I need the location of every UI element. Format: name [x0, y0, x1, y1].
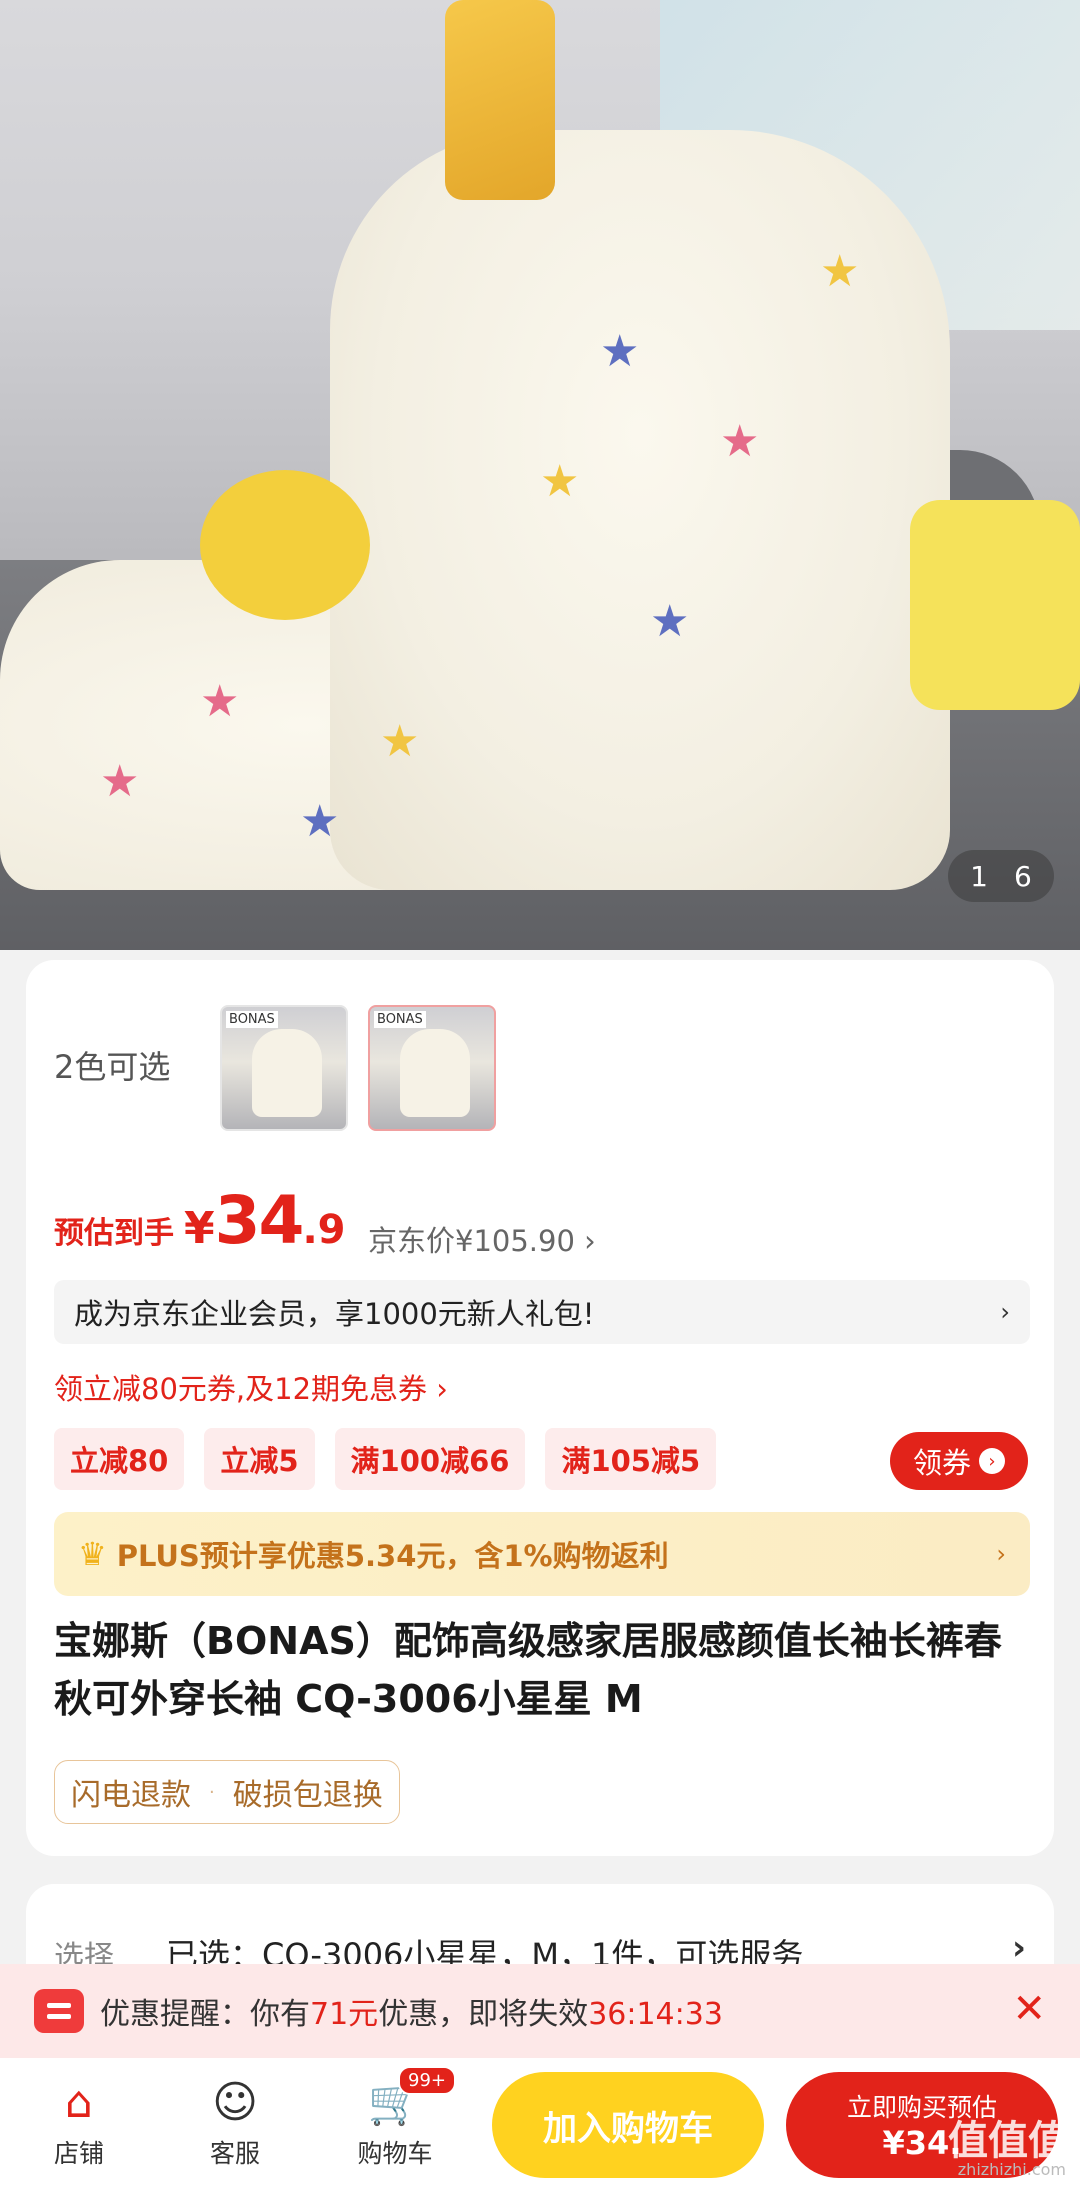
close-icon[interactable]: ✕	[1012, 1986, 1046, 2032]
color-options-label: 2色可选	[54, 1048, 171, 1086]
add-to-cart-button[interactable]: 加入购物车	[492, 2072, 764, 2178]
nav-cart-label: 购物车	[357, 2139, 433, 2168]
promo-countdown: 36:14:33	[588, 1997, 723, 2032]
get-coupon-button[interactable]: 领券 ›	[890, 1432, 1028, 1490]
star-print-icon: ★	[100, 756, 140, 807]
thumb-model	[400, 1029, 470, 1117]
image-counter: 1 6	[948, 850, 1054, 902]
bottom-action-bar: ⌂ 店铺 ☺ 客服 🛒 99+ 购物车 加入购物车 立即购买预估 ¥34.	[0, 2058, 1080, 2187]
thumb-model	[252, 1029, 322, 1117]
product-title: 宝娜斯（BONAS）配饰高级感家居服感颜值长袖长裤春秋可外穿长袖 CQ-3006…	[54, 1619, 1002, 1721]
star-print-icon: ★	[300, 796, 340, 847]
coupon-tag[interactable]: 满105减5	[545, 1428, 717, 1490]
service-guarantees[interactable]: 闪电退款 · 破损包退换	[54, 1760, 400, 1824]
model-wearing-pajamas	[330, 130, 950, 890]
nav-cart[interactable]: 🛒 99+ 购物车	[340, 2066, 456, 2170]
sponge-plush	[910, 500, 1080, 710]
price-prefix: 预估到手	[54, 1216, 174, 1251]
coupon-tag[interactable]: 立减5	[204, 1428, 315, 1490]
separator-dot: ·	[209, 1781, 215, 1803]
nav-shop-label: 店铺	[53, 2139, 104, 2168]
star-print-icon: ★	[820, 246, 860, 297]
price-integer: 34	[214, 1182, 305, 1259]
coupon-tags: 立减80 立减5 满100减66 满105减5	[54, 1428, 717, 1490]
phone-case	[445, 0, 555, 200]
enterprise-member-banner[interactable]: 成为京东企业会员，享1000元新人礼包! ›	[54, 1280, 1030, 1344]
jd-price-link[interactable]: 京东价¥105.90 ›	[368, 1218, 596, 1260]
color-option-thumbnail-selected[interactable]: BONAS	[368, 1005, 496, 1131]
nav-shop[interactable]: ⌂ 店铺	[24, 2072, 134, 2170]
nav-customer-service[interactable]: ☺ 客服	[180, 2072, 290, 2170]
service-item: 破损包退换	[232, 1778, 383, 1813]
product-info-card: 2色可选 BONAS BONAS 预估到手 ¥ 34 .9 京东价¥105.90…	[26, 960, 1054, 1856]
coupon-link[interactable]: 领立减80元券,及12期免息券 ›	[54, 1366, 448, 1408]
star-print-icon: ★	[200, 676, 240, 727]
promo-reminder-bar[interactable]: 优惠提醒：你有71元优惠，即将失效36:14:33 ✕	[0, 1964, 1080, 2058]
watermark: 值值值	[948, 2118, 1068, 2164]
cart-count-badge: 99+	[398, 2066, 456, 2095]
image-counter-current: 1	[970, 859, 988, 893]
product-image[interactable]: ★ ★ ★ ★ ★ ★ ★ ★ ★ 1 6	[0, 0, 1080, 950]
star-print-icon: ★	[540, 456, 580, 507]
get-coupon-label: 领券	[912, 1446, 971, 1480]
chevron-right-icon: ›	[1011, 1928, 1026, 1968]
store-icon: ⌂	[65, 2077, 93, 2128]
member-banner-text: 成为京东企业会员，享1000元新人礼包!	[74, 1297, 595, 1331]
coupon-tag[interactable]: 立减80	[54, 1428, 185, 1490]
crown-icon: ♛	[78, 1535, 107, 1573]
star-print-icon: ★	[720, 416, 760, 467]
promo-middle: 优惠，即将失效	[378, 1997, 589, 2032]
chevron-right-circle-icon: ›	[979, 1448, 1005, 1474]
price-currency: ¥	[184, 1203, 215, 1254]
star-print-icon: ★	[380, 716, 420, 767]
star-print-icon: ★	[650, 596, 690, 647]
promo-amount: 71元	[310, 1997, 379, 2032]
thumb-brand-text: BONAS	[226, 1011, 278, 1028]
plus-benefit-text: PLUS预计享优惠5.34元，含1%购物返利	[116, 1539, 669, 1573]
pineapple-plush	[200, 470, 370, 620]
estimated-price: 预估到手 ¥ 34 .9	[54, 1182, 346, 1259]
chevron-right-icon: ›	[1000, 1298, 1010, 1326]
service-item: 闪电退款	[71, 1778, 191, 1813]
thumb-brand-text: BONAS	[374, 1011, 426, 1028]
nav-service-label: 客服	[209, 2139, 260, 2168]
coupon-icon	[34, 1989, 84, 2033]
promo-text: 优惠提醒：你有71元优惠，即将失效36:14:33	[100, 1989, 723, 2033]
image-counter-total: 6	[1014, 859, 1032, 893]
chevron-right-icon: ›	[996, 1540, 1006, 1568]
watermark-url: zhizhizhi.com	[957, 2160, 1066, 2179]
coupon-tag[interactable]: 满100减66	[334, 1428, 526, 1490]
chat-face-icon: ☺	[212, 2077, 258, 2128]
plus-benefit-banner[interactable]: ♛ PLUS预计享优惠5.34元，含1%购物返利 ›	[54, 1512, 1030, 1596]
price-decimal: .9	[302, 1207, 346, 1253]
color-option-thumbnail[interactable]: BONAS	[220, 1005, 348, 1131]
promo-prefix: 优惠提醒：你有	[100, 1997, 310, 2032]
star-print-icon: ★	[600, 326, 640, 377]
